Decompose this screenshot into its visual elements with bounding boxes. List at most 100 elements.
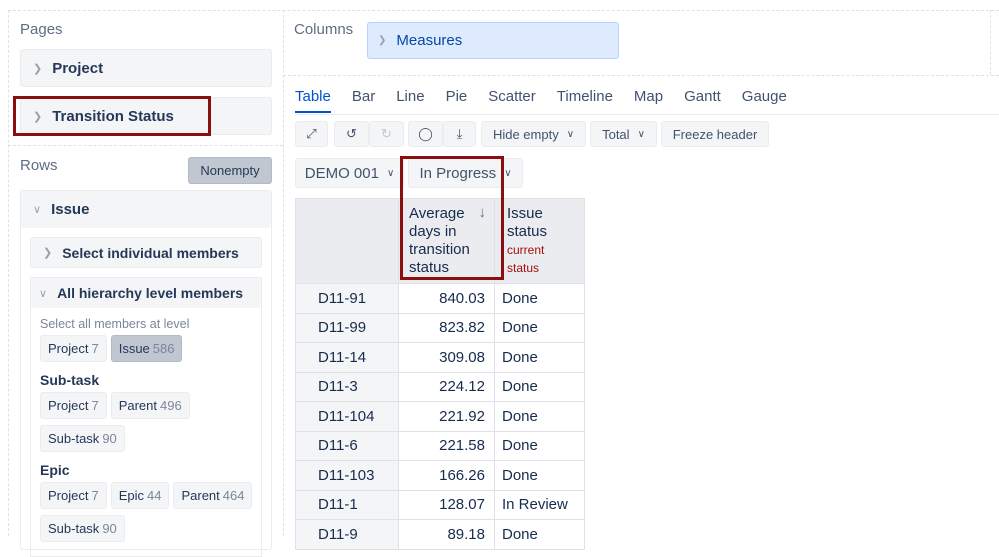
page-item-label: Project <box>52 59 104 77</box>
header-label: Issue status <box>507 205 548 240</box>
table-row[interactable]: D11-9 89.18 Done <box>295 519 585 550</box>
table-row[interactable]: D11-104 221.92 Done <box>295 401 585 432</box>
status-cell: Done <box>494 342 585 373</box>
tab-gauge[interactable]: Gauge <box>742 88 787 113</box>
chip-label: Sub-task <box>48 431 100 446</box>
tab-scatter[interactable]: Scatter <box>488 88 536 113</box>
label: DEMO 001 <box>304 164 379 182</box>
export-button[interactable]: ⤓ <box>443 121 476 147</box>
divider <box>8 10 999 11</box>
avg-days-cell: 823.82 <box>398 312 495 343</box>
chevron-down-icon: ∨ <box>33 204 42 216</box>
chip-label: Epic <box>118 488 144 503</box>
measures-label: Measures <box>396 32 463 49</box>
chevron-right-icon: ❯ <box>43 247 53 259</box>
chevron-right-icon: ❯ <box>378 35 387 46</box>
table-row[interactable]: D11-91 840.03 Done <box>295 283 585 314</box>
highlight-box <box>13 96 211 136</box>
status-cell: Done <box>494 371 585 402</box>
label: All hierarchy level members <box>57 285 244 301</box>
chip-count: 7 <box>91 341 99 356</box>
label: Hide empty <box>492 126 559 142</box>
rows-title: Rows <box>20 157 58 174</box>
row-header: D11-14 <box>295 342 399 373</box>
level-chip-project[interactable]: Project 7 <box>40 335 107 362</box>
fullscreen-button[interactable]: ⤢ <box>295 121 328 147</box>
chevron-down-icon: ∨ <box>386 167 395 179</box>
table-row[interactable]: D11-103 166.26 Done <box>295 460 585 491</box>
chip-label: Project <box>48 341 89 356</box>
chip[interactable]: Parent 464 <box>173 482 253 509</box>
table-row[interactable]: D11-3 224.12 Done <box>295 371 585 402</box>
table-row[interactable]: D11-14 309.08 Done <box>295 342 585 373</box>
project-filter-dropdown[interactable]: DEMO 001 ∨ <box>295 158 404 188</box>
dimension-label: Issue <box>51 201 90 218</box>
highlight-box <box>400 156 504 280</box>
avg-days-cell: 309.08 <box>398 342 495 373</box>
undo-icon: ↺ <box>346 126 357 141</box>
nonempty-button[interactable]: Nonempty <box>188 157 272 184</box>
select-individual-members[interactable]: ❯ Select individual members <box>30 237 262 268</box>
chip-count: 90 <box>102 521 117 536</box>
all-hierarchy-header[interactable]: ∨ All hierarchy level members <box>31 278 261 308</box>
comment-button[interactable]: ◯ <box>408 121 443 147</box>
row-header: D11-91 <box>295 283 399 314</box>
expand-icon: ⤢ <box>306 126 317 141</box>
tab-gantt[interactable]: Gantt <box>684 88 721 113</box>
chip-label: Issue <box>118 341 150 356</box>
tab-line[interactable]: Line <box>396 88 424 113</box>
status-cell: Done <box>494 312 585 343</box>
row-header: D11-103 <box>295 460 399 491</box>
redo-button[interactable]: ↻ <box>369 121 404 147</box>
chip[interactable]: Project 7 <box>40 392 107 419</box>
tab-pie[interactable]: Pie <box>446 88 468 113</box>
status-cell: Done <box>494 430 585 461</box>
chip[interactable]: Project 7 <box>40 482 107 509</box>
tab-map[interactable]: Map <box>634 88 663 113</box>
chip-count: 586 <box>152 341 175 356</box>
chip-count: 90 <box>102 431 117 446</box>
table-row[interactable]: D11-99 823.82 Done <box>295 312 585 343</box>
divider <box>8 10 9 536</box>
tab-table[interactable]: Table <box>295 88 331 113</box>
tab-bar[interactable]: Bar <box>352 88 375 113</box>
columns-title: Columns <box>294 21 354 38</box>
status-cell: Done <box>494 401 585 432</box>
tab-timeline[interactable]: Timeline <box>557 88 613 113</box>
header-note: current status <box>507 243 545 275</box>
measures-chip[interactable]: ❯ Measures <box>367 22 619 59</box>
hierarchy-panel: ∨ All hierarchy level members Select all … <box>30 277 262 557</box>
row-header: D11-3 <box>295 371 399 402</box>
page-item-project[interactable]: ❯ Project <box>20 49 272 87</box>
hide-empty-dropdown[interactable]: Hide empty ∨ <box>481 121 586 147</box>
divider <box>283 75 999 76</box>
chevron-down-icon: ∨ <box>637 128 645 140</box>
total-dropdown[interactable]: Total ∨ <box>590 121 657 147</box>
table-row[interactable]: D11-1 128.07 In Review <box>295 489 585 520</box>
column-header-issue-status[interactable]: Issue status current status <box>494 198 585 284</box>
chip[interactable]: Sub-task 90 <box>40 515 125 542</box>
chip-count: 464 <box>222 488 245 503</box>
level-chip-issue[interactable]: Issue 586 <box>110 335 183 362</box>
chip[interactable]: Sub-task 90 <box>40 425 125 452</box>
pages-title: Pages <box>20 21 63 38</box>
label: Select individual members <box>62 244 239 261</box>
row-header: D11-1 <box>295 489 399 520</box>
avg-days-cell: 221.92 <box>398 401 495 432</box>
chip-label: Parent <box>181 488 220 503</box>
undo-button[interactable]: ↺ <box>334 121 369 147</box>
row-header: D11-99 <box>295 312 399 343</box>
chip[interactable]: Epic 44 <box>110 482 170 509</box>
table-row[interactable]: D11-6 221.58 Done <box>295 430 585 461</box>
chip-label: Project <box>48 398 89 413</box>
chip[interactable]: Parent 496 <box>110 392 190 419</box>
chip-count: 44 <box>147 488 162 503</box>
avg-days-cell: 840.03 <box>398 283 495 314</box>
group-title: Epic <box>40 462 70 478</box>
chip-label: Parent <box>118 398 158 413</box>
corner-header <box>295 198 399 284</box>
chevron-down-icon: ∨ <box>566 128 575 140</box>
issue-dimension-header[interactable]: ∨ Issue <box>21 191 271 228</box>
freeze-header-button[interactable]: Freeze header <box>661 121 769 147</box>
chip-count: 7 <box>91 488 99 503</box>
